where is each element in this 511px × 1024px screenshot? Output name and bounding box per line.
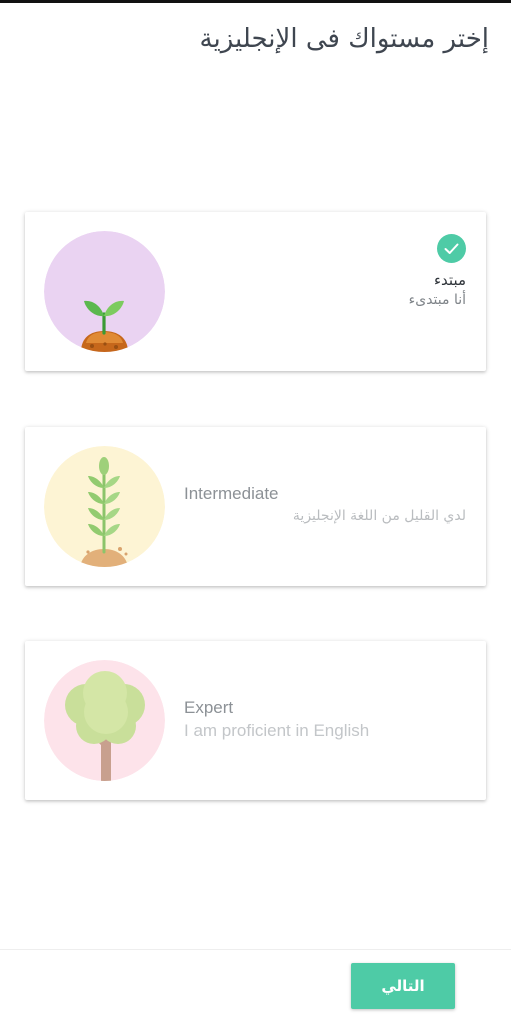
level-illustration [44,660,165,781]
level-card-beginner[interactable]: مبتدء أنا مبتدىء [25,212,486,371]
level-subtitle: لدي القليل من اللغة الإنجليزية [292,508,466,524]
level-card-expert[interactable]: Expert I am proficient in English [25,641,486,800]
level-text: مبتدء أنا مبتدىء [409,270,466,310]
footer-divider [0,949,511,950]
level-subtitle: أنا مبتدىء [408,292,466,308]
sprout-icon [44,231,165,352]
wheat-plant-icon [44,446,165,567]
status-bar-edge [0,0,511,3]
tree-icon [44,660,165,781]
level-title: Expert [184,698,234,717]
level-text: Expert I am proficient in English [184,697,466,743]
level-text: Intermediate لدي القليل من اللغة الإنجلي… [184,483,466,527]
page-title: إختر مستواك فى الإنجليزية [199,24,489,54]
level-subtitle: I am proficient in English [184,721,370,740]
next-button[interactable]: التالي [351,963,455,1009]
level-title: Intermediate [184,484,279,503]
selected-check-icon [437,234,466,263]
level-illustration [44,231,165,352]
level-title: مبتدء [433,271,466,289]
level-illustration [44,446,165,567]
level-card-intermediate[interactable]: Intermediate لدي القليل من اللغة الإنجلي… [25,427,486,586]
